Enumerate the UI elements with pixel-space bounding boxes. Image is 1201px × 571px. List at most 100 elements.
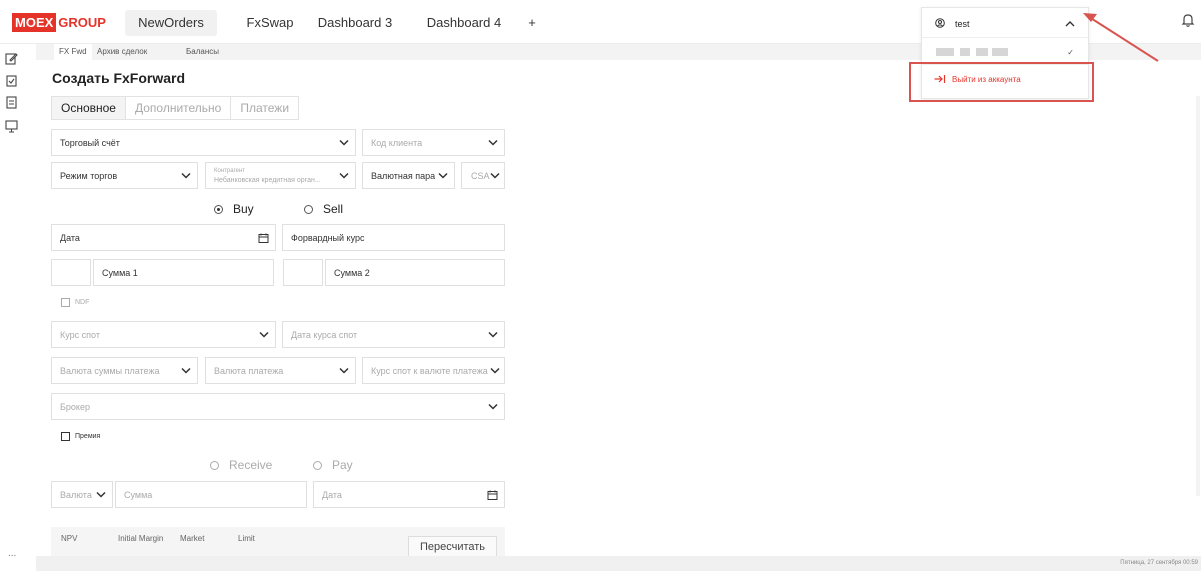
checkbox-box (61, 432, 70, 441)
edit-icon[interactable] (5, 52, 18, 65)
premium-date-input[interactable]: Дата (313, 481, 505, 508)
amount1-input[interactable]: Сумма 1 (93, 259, 274, 286)
trade-account-select[interactable]: Торговый счёт (51, 129, 356, 156)
chevron-down-icon (339, 172, 349, 179)
segment-additional[interactable]: Дополнительно (126, 97, 232, 119)
spot-to-payment-label: Курс спот к валюте платежа (371, 365, 488, 376)
redacted-block (992, 48, 1008, 56)
csa-select[interactable]: CSA (461, 162, 505, 189)
premium-label: Премия (75, 433, 101, 440)
presentation-icon[interactable] (5, 120, 18, 133)
premium-currency-select[interactable]: Валюта (51, 481, 113, 508)
buy-radio[interactable]: Buy (214, 202, 254, 216)
counterparty-value: Небанковская кредитная орган... (214, 177, 321, 184)
segment-payments[interactable]: Платежи (231, 97, 298, 119)
chevron-down-icon (488, 331, 498, 338)
client-code-label: Код клиента (371, 137, 423, 148)
subtab-archive[interactable]: Архив сделок (97, 47, 147, 56)
receive-radio[interactable]: Receive (210, 458, 272, 472)
chevron-down-icon (488, 403, 498, 410)
left-rail (0, 44, 22, 571)
trade-mode-select[interactable]: Режим торгов (51, 162, 198, 189)
ndf-checkbox[interactable]: NDF (61, 298, 89, 307)
spot-rate-select[interactable]: Курс спот (51, 321, 276, 348)
currency-pair-label: Валютная пара (371, 170, 436, 181)
subtab-fx-fwd[interactable]: FX Fwd (54, 44, 92, 60)
sell-radio[interactable]: Sell (304, 202, 343, 216)
recalculate-button[interactable]: Пересчитать (408, 536, 497, 557)
segment-main[interactable]: Основное (52, 97, 126, 119)
calendar-icon[interactable] (258, 232, 269, 243)
spot-to-payment-select[interactable]: Курс спот к валюте платежа (362, 357, 505, 384)
chevron-down-icon (339, 367, 349, 374)
client-code-select[interactable]: Код клиента (362, 129, 505, 156)
tab-dashboard-4[interactable]: Dashboard 4 (424, 10, 504, 36)
trade-account-label: Торговый счёт (60, 137, 120, 148)
status-datetime: Пятница, 27 сентября 00:59 (1120, 560, 1198, 566)
amount1-label: Сумма 1 (102, 267, 138, 278)
amount2-currency-input[interactable] (283, 259, 323, 286)
clipboard-check-icon[interactable] (5, 74, 18, 87)
logout-label: Выйти из аккаунта (952, 75, 1021, 84)
premium-checkbox[interactable]: Премия (61, 432, 100, 441)
section-segmented-control: Основное Дополнительно Платежи (51, 96, 300, 120)
user-circle-icon (935, 18, 945, 28)
chevron-down-icon (339, 139, 349, 146)
ndf-label: NDF (75, 299, 90, 306)
date-input[interactable]: Дата (51, 224, 276, 251)
sell-label: Sell (323, 202, 344, 216)
chevron-down-icon (490, 367, 500, 374)
document-list-icon[interactable] (5, 96, 18, 109)
chevron-down-icon (181, 172, 191, 179)
calendar-icon[interactable] (487, 489, 498, 500)
redacted-block (936, 48, 954, 56)
payment-amount-currency-select[interactable]: Валюта суммы платежа (51, 357, 198, 384)
tab-neworders[interactable]: NewOrders (125, 10, 217, 36)
forward-rate-input[interactable]: Форвардный курс (282, 224, 505, 251)
status-bar: Пятница, 27 сентября 00:59 (36, 556, 1201, 571)
logout-menu-item[interactable]: Выйти из аккаунта (909, 62, 1094, 102)
radio-indicator (210, 460, 219, 470)
chevron-down-icon (259, 331, 269, 338)
chevron-up-icon[interactable] (1065, 20, 1075, 27)
broker-label: Брокер (60, 401, 90, 412)
add-tab-button[interactable]: + (524, 10, 540, 36)
counterparty-caption: Контрагент (214, 168, 246, 174)
premium-amount-input[interactable]: Сумма (115, 481, 307, 508)
tab-fxswap[interactable]: FxSwap (235, 10, 305, 36)
tab-dashboard-3[interactable]: Dashboard 3 (315, 10, 395, 36)
forward-rate-label: Форвардный курс (291, 232, 365, 243)
account-username: test (955, 19, 970, 29)
scrollbar[interactable] (1196, 96, 1200, 496)
spot-rate-date-label: Дата курса спот (291, 329, 358, 340)
premium-date-label: Дата (322, 489, 342, 500)
pay-label: Pay (332, 458, 353, 472)
payment-currency-select[interactable]: Валюта платежа (205, 357, 356, 384)
amount1-currency-input[interactable] (51, 259, 91, 286)
moex-logo[interactable]: MOEX GROUP (12, 12, 106, 32)
broker-select[interactable]: Брокер (51, 393, 505, 420)
counterparty-select[interactable]: Контрагент Небанковская кредитная орган.… (205, 162, 356, 189)
radio-indicator (313, 460, 322, 470)
checkmark-icon: ✓ (1067, 48, 1074, 57)
spot-rate-date-select[interactable]: Дата курса спот (282, 321, 505, 348)
annotation-arrow (1083, 13, 1159, 62)
npv-label: NPV (61, 534, 78, 543)
amount2-label: Сумма 2 (334, 267, 370, 278)
chevron-down-icon (488, 139, 498, 146)
currency-pair-select[interactable]: Валютная пара (362, 162, 455, 189)
radio-indicator (304, 204, 313, 214)
premium-amount-label: Сумма (124, 489, 153, 500)
pay-radio[interactable]: Pay (313, 458, 353, 472)
account-user-row[interactable]: test (922, 8, 1088, 38)
amount2-input[interactable]: Сумма 2 (325, 259, 505, 286)
premium-currency-label: Валюта (60, 489, 92, 500)
logo-moex-text: MOEX (12, 12, 57, 32)
checkbox-box (61, 298, 70, 307)
page-title: Создать FxForward (52, 70, 186, 86)
chevron-down-icon (438, 172, 448, 179)
payment-amount-currency-label: Валюта суммы платежа (60, 365, 160, 376)
payment-currency-label: Валюта платежа (214, 365, 284, 376)
more-menu-button[interactable]: ... (8, 548, 16, 559)
subtab-balances[interactable]: Балансы (186, 47, 219, 56)
